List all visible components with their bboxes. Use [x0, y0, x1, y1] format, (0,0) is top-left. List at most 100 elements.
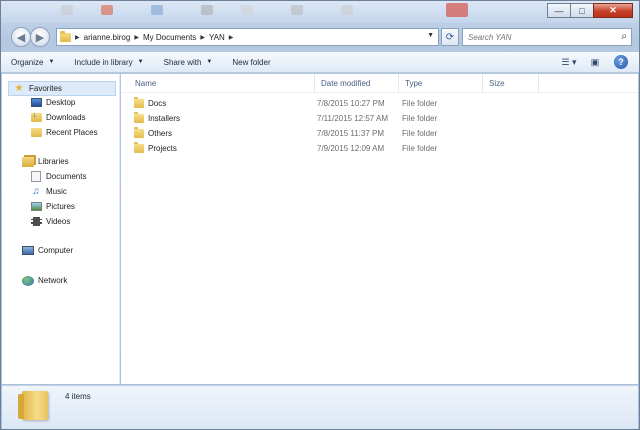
breadcrumb-separator-icon[interactable]: ▶: [229, 34, 234, 41]
nav-videos[interactable]: Videos: [30, 216, 70, 227]
videos-icon: [30, 217, 42, 226]
file-name: Docs: [148, 99, 167, 108]
nav-label: Computer: [38, 246, 74, 255]
new-folder-button[interactable]: New folder: [222, 58, 280, 67]
minimize-button[interactable]: —: [547, 3, 571, 18]
navigation-pane: ★ Favorites Desktop Downloads Recent Pla…: [2, 74, 120, 384]
file-type: File folder: [402, 129, 438, 138]
breadcrumb-separator-icon[interactable]: ▶: [75, 34, 80, 41]
folder-icon: [134, 97, 144, 108]
address-bar[interactable]: ▶ arianne.birog ▶ My Documents ▶ YAN ▶ ▼: [56, 28, 439, 46]
nav-label: Network: [38, 276, 68, 285]
file-date: 7/11/2015 12:57 AM: [317, 114, 389, 123]
file-name: Installers: [148, 114, 181, 123]
nav-label: Documents: [46, 172, 87, 181]
nav-music[interactable]: ♫ Music: [30, 186, 67, 197]
nav-libraries[interactable]: Libraries: [22, 156, 69, 167]
file-row[interactable]: Projects 7/9/2015 12:09 AM File folder: [129, 141, 549, 156]
organize-label: Organize: [11, 57, 44, 67]
file-row[interactable]: Others 7/8/2015 11:37 PM File folder: [129, 126, 549, 141]
file-name: Others: [148, 129, 173, 138]
command-bar: Organize ▼ Include in library ▼ Share wi…: [1, 52, 639, 73]
chevron-down-icon: ▼: [206, 59, 213, 65]
close-button[interactable]: ✕: [593, 3, 633, 18]
chevron-down-icon: ▼: [137, 59, 144, 65]
maximize-button[interactable]: □: [570, 3, 594, 18]
column-header-type[interactable]: Type: [399, 74, 483, 92]
views-icon[interactable]: ☰ ▾: [559, 54, 579, 70]
include-in-library-label: Include in library: [74, 57, 133, 67]
nav-network[interactable]: Network: [22, 275, 67, 286]
preview-pane-icon[interactable]: ▣: [585, 54, 605, 70]
nav-downloads[interactable]: Downloads: [30, 110, 86, 123]
recent-places-icon: [30, 128, 42, 137]
nav-computer[interactable]: Computer: [22, 245, 73, 256]
nav-pictures[interactable]: Pictures: [30, 201, 75, 212]
item-count: 4 items: [65, 392, 91, 401]
search-box[interactable]: ⌕: [462, 28, 632, 46]
address-row: ◀ ▶ ▶ arianne.birog ▶ My Documents ▶ YAN…: [1, 24, 639, 50]
nav-desktop[interactable]: Desktop: [30, 97, 75, 108]
file-type: File folder: [402, 144, 438, 153]
file-date: 7/9/2015 12:09 AM: [317, 144, 385, 153]
organize-button[interactable]: Organize ▼: [1, 58, 64, 67]
folder-icon: [60, 30, 71, 42]
breadcrumb-item[interactable]: arianne.birog: [84, 33, 131, 42]
nav-favorites[interactable]: ★ Favorites: [8, 81, 116, 96]
nav-label: Desktop: [46, 98, 76, 107]
chevron-down-icon: ▼: [48, 59, 55, 65]
computer-icon: [22, 246, 34, 255]
breadcrumb-item[interactable]: YAN: [209, 33, 225, 42]
column-header-name[interactable]: Name: [129, 74, 315, 92]
breadcrumb-separator-icon[interactable]: ▶: [134, 34, 139, 41]
header-divider: [121, 92, 638, 93]
file-type: File folder: [402, 99, 438, 108]
column-header-size[interactable]: Size: [483, 74, 539, 92]
nav-documents[interactable]: Documents: [30, 171, 86, 182]
help-icon: ?: [614, 55, 628, 69]
share-with-button[interactable]: Share with ▼: [154, 58, 223, 67]
breadcrumb-separator-icon[interactable]: ▶: [200, 34, 205, 41]
pictures-icon: [30, 202, 42, 211]
explorer-window: — □ ✕ ◀ ▶ ▶ arianne.birog ▶ My Documents…: [0, 0, 640, 430]
desktop-icon: [30, 98, 42, 107]
libraries-icon: [22, 156, 34, 167]
file-date: 7/8/2015 10:27 PM: [317, 99, 385, 108]
window-controls: — □ ✕: [547, 3, 633, 18]
file-list: Name Date modified Type Size Docs 7/8/20…: [121, 74, 638, 384]
help-button[interactable]: ?: [611, 54, 631, 70]
nav-label: Videos: [46, 217, 71, 226]
network-icon: [22, 275, 34, 286]
column-header-date-modified[interactable]: Date modified: [315, 74, 399, 92]
breadcrumb-item[interactable]: My Documents: [143, 33, 196, 42]
nav-label: Libraries: [38, 157, 69, 166]
background-app-strip: [41, 1, 511, 21]
nav-label: Music: [46, 187, 67, 196]
music-icon: ♫: [32, 186, 40, 197]
search-icon[interactable]: ⌕: [621, 31, 627, 42]
file-name: Projects: [148, 144, 177, 153]
file-type: File folder: [402, 114, 438, 123]
file-date: 7/8/2015 11:37 PM: [317, 129, 385, 138]
nav-label: Pictures: [46, 202, 75, 211]
nav-recent-places[interactable]: Recent Places: [30, 127, 98, 138]
folder-icon: [18, 391, 48, 420]
folder-icon: [134, 127, 144, 138]
include-in-library-button[interactable]: Include in library ▼: [64, 58, 153, 67]
toolbar-right-group: ☰ ▾ ▣ ?: [553, 54, 631, 70]
file-row[interactable]: Installers 7/11/2015 12:57 AM File folde…: [129, 111, 549, 126]
forward-arrow-icon[interactable]: ▶: [30, 27, 50, 47]
documents-icon: [31, 171, 41, 182]
back-arrow-icon[interactable]: ◀: [11, 27, 31, 47]
downloads-icon: [30, 110, 42, 122]
folder-icon: [134, 112, 144, 123]
details-pane: 4 items: [2, 385, 638, 429]
title-bar: — □ ✕: [1, 1, 639, 23]
search-input[interactable]: [468, 32, 608, 42]
share-with-label: Share with: [163, 57, 202, 67]
nav-label: Recent Places: [46, 128, 98, 137]
file-row[interactable]: Docs 7/8/2015 10:27 PM File folder: [129, 96, 549, 111]
star-icon: ★: [14, 83, 24, 94]
address-history-dropdown-icon[interactable]: ▼: [427, 32, 434, 39]
refresh-icon[interactable]: ⟳: [441, 28, 459, 46]
